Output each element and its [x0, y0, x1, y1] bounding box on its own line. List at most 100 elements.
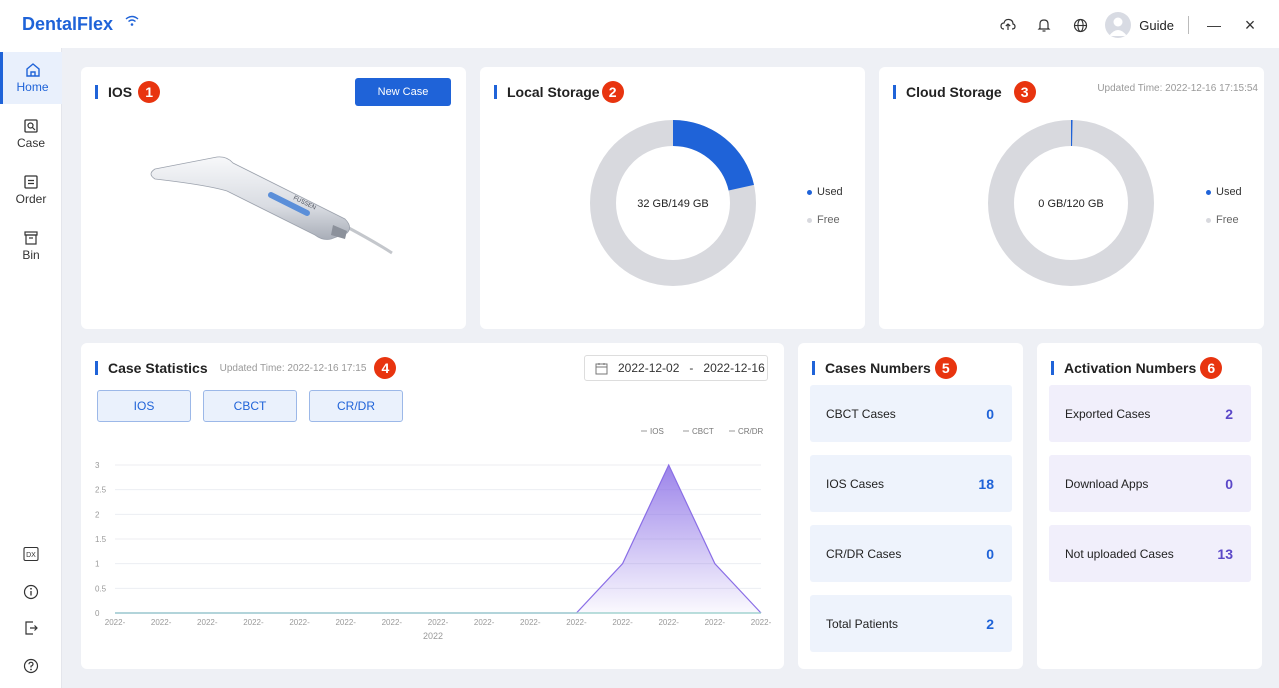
close-button[interactable]: ×	[1239, 14, 1261, 36]
calendar-icon	[595, 362, 608, 374]
sidebar: Home Case Order Bin DX	[0, 48, 62, 688]
minimize-button[interactable]: —	[1203, 14, 1225, 36]
sidebar-item-bin[interactable]: Bin	[0, 220, 62, 272]
tab-cr-dr[interactable]: CR/DR	[309, 390, 403, 422]
step-badge: 1	[138, 81, 161, 103]
dx-icon[interactable]: DX	[21, 544, 41, 564]
x-tick-label: 2022-	[243, 618, 264, 627]
stat-cr-dr-cases: CR/DR Cases 0	[810, 525, 1012, 582]
sidebar-item-label: Case	[16, 136, 45, 150]
cloud-upload-icon[interactable]	[997, 14, 1019, 36]
y-tick-label: 0.5	[95, 584, 107, 593]
step-badge: 3	[1013, 81, 1036, 103]
x-tick-label: 2022-	[382, 618, 403, 627]
step-badge: 4	[374, 357, 397, 379]
legend-used: Used	[1206, 186, 1242, 198]
sidebar-item-label: Order	[15, 192, 47, 206]
donut-center-text: 32 GB/149 GB	[637, 198, 709, 210]
card-title: Local Storage 2	[494, 81, 624, 103]
legend-label: CBCT	[692, 427, 714, 436]
home-icon	[25, 63, 40, 77]
legend-used: Used	[807, 186, 843, 198]
x-tick-label: 2022-	[612, 618, 633, 627]
case-statistics-card: Case Statistics Updated Time: 2022-12-16…	[81, 343, 784, 669]
tab-ios[interactable]: IOS	[97, 390, 191, 422]
top-bar: DentalFlex Guide — ×	[0, 0, 1279, 48]
app-title: DentalFlex	[22, 14, 114, 34]
x-tick-label: 2022-	[474, 618, 495, 627]
user-name: Guide	[1139, 17, 1174, 33]
donut-legend: Used Free	[807, 186, 843, 242]
date-end: 2022-12-16	[703, 361, 765, 375]
avatar	[1105, 12, 1132, 38]
step-badge: 5	[934, 357, 957, 379]
stat-ios-cases: IOS Cases 18	[810, 455, 1012, 512]
wifi-icon	[125, 14, 139, 32]
case-icon	[24, 119, 38, 133]
user-menu[interactable]: Guide	[1105, 12, 1174, 38]
stat-download-apps: Download Apps 0	[1049, 455, 1251, 512]
stat-total-patients: Total Patients 2	[810, 595, 1012, 652]
x-tick-label: 2022-	[151, 618, 172, 627]
updated-time: Updated Time: 2022-12-16 17:15:54	[1097, 83, 1258, 94]
card-title: IOS 1	[95, 81, 161, 103]
tab-cbct[interactable]: CBCT	[203, 390, 297, 422]
y-tick-label: 1	[95, 560, 100, 569]
x-tick-label: 2022-	[520, 618, 541, 627]
card-title: Activation Numbers 6	[1051, 357, 1223, 379]
y-tick-label: 2	[95, 510, 100, 519]
activation-numbers-card: Activation Numbers 6 Exported Cases 2 Dow…	[1037, 343, 1262, 669]
updated-time: Updated Time: 2022-12-16 17:15	[219, 362, 367, 374]
x-tick-label: 2022-	[751, 618, 772, 627]
order-icon	[24, 175, 38, 189]
sidebar-item-label: Home	[16, 80, 49, 94]
step-badge: 6	[1200, 357, 1223, 379]
x-tick-label: 2022-	[658, 618, 679, 627]
sidebar-item-order[interactable]: Order	[0, 164, 62, 216]
cloud-storage-card: Cloud Storage 3 Updated Time: 2022-12-16…	[879, 67, 1264, 329]
globe-icon[interactable]	[1069, 14, 1091, 36]
donut-legend: Used Free	[1206, 186, 1242, 242]
ios-card: IOS 1 New Case FUSSEN	[81, 67, 466, 329]
legend-label: CR/DR	[738, 427, 764, 436]
logout-icon[interactable]	[21, 618, 41, 638]
y-tick-label: 0	[95, 609, 100, 618]
local-storage-donut: 32 GB/149 GB	[590, 120, 756, 286]
y-tick-label: 1.5	[95, 535, 107, 544]
case-statistics-chart: IOS CBCT CR/DR 0 0.5 1 1.5 2 2.5 3 2022- 2022- 2022-…	[95, 427, 772, 641]
cases-numbers-card: Cases Numbers 5 CBCT Cases 0 IOS Cases 18 …	[798, 343, 1023, 669]
cases-numbers-title: Cases Numbers	[825, 360, 931, 376]
y-tick-label: 3	[95, 461, 100, 470]
x-tick-label: 2022-	[566, 618, 587, 627]
sidebar-item-label: Bin	[22, 248, 40, 262]
donut-center-text: 0 GB/120 GB	[1038, 198, 1103, 210]
y-tick-label: 2.5	[95, 486, 107, 495]
cloud-storage-donut: 0 GB/120 GB	[988, 120, 1154, 286]
card-title: Case Statistics Updated Time: 2022-12-16…	[95, 357, 397, 379]
legend-free: Free	[1206, 214, 1242, 226]
new-case-button[interactable]: New Case	[355, 78, 451, 106]
local-storage-title: Local Storage	[507, 84, 600, 100]
legend-label: IOS	[650, 427, 664, 436]
case-statistics-title: Case Statistics	[108, 360, 208, 376]
dx-label: DX	[26, 552, 36, 559]
card-title: Cloud Storage 3	[893, 81, 1036, 103]
date-range-picker[interactable]: 2022-12-02 - 2022-12-16	[584, 355, 768, 381]
stat-cbct-cases: CBCT Cases 0	[810, 385, 1012, 442]
x-tick-label: 2022-	[335, 618, 356, 627]
bell-icon[interactable]	[1033, 14, 1055, 36]
x-tick-label: 2022-	[105, 618, 126, 627]
divider	[1188, 16, 1189, 34]
scanner-image: FUSSEN	[150, 156, 393, 255]
x-tick-label: 2022-	[289, 618, 310, 627]
info-icon[interactable]	[21, 582, 41, 602]
sidebar-item-home[interactable]: Home	[0, 52, 62, 104]
help-icon[interactable]	[21, 656, 41, 676]
stat-exported-cases: Exported Cases 2	[1049, 385, 1251, 442]
date-separator: -	[689, 361, 694, 375]
local-storage-card: Local Storage 2 32 GB/149 GB Used Free	[480, 67, 865, 329]
step-badge: 2	[601, 81, 624, 103]
x-axis-label: 2022	[423, 631, 443, 641]
stat-not-uploaded-cases: Not uploaded Cases 13	[1049, 525, 1251, 582]
sidebar-item-case[interactable]: Case	[0, 108, 62, 160]
